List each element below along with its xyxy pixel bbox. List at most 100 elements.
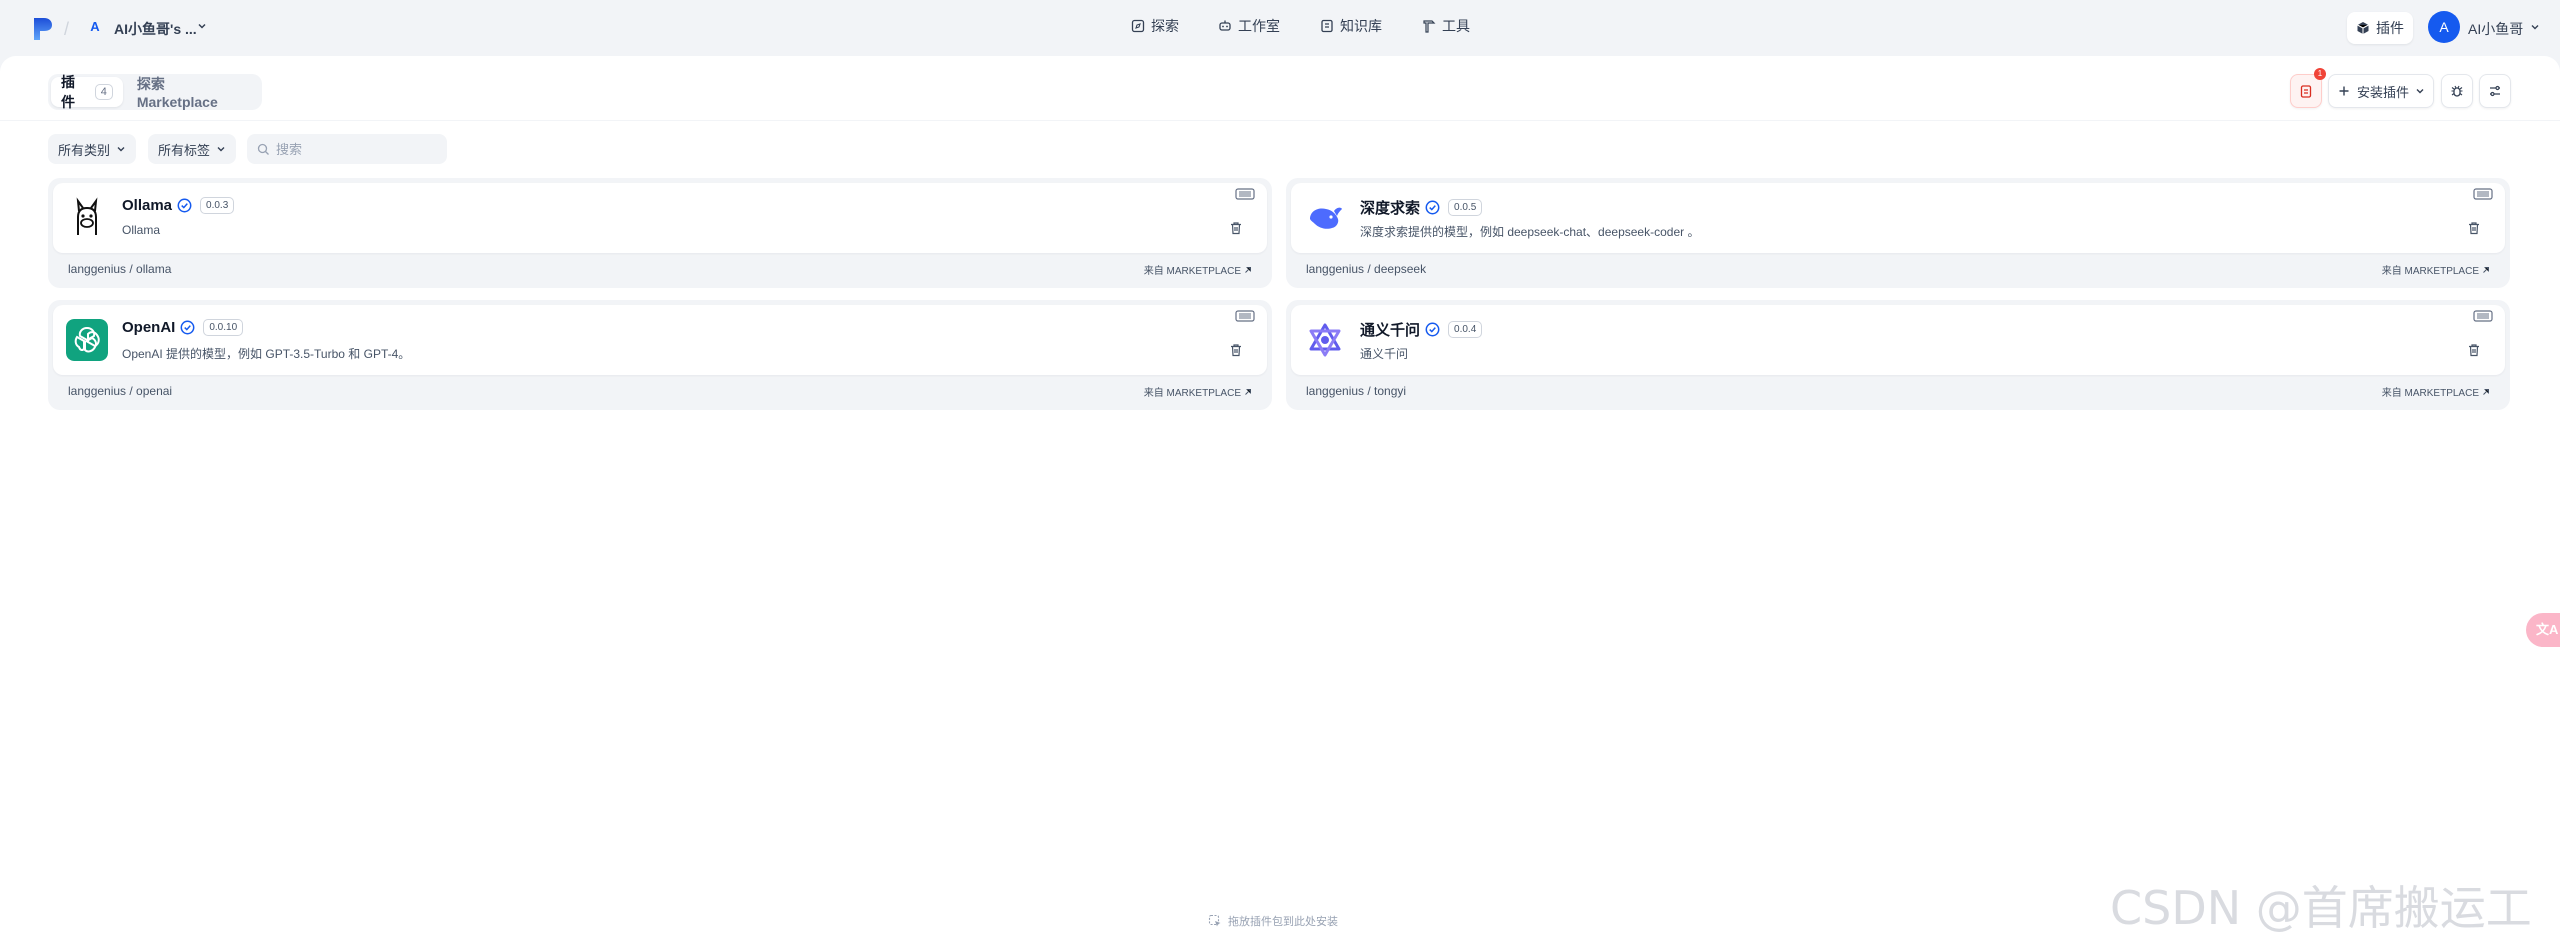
model-type-icon — [2473, 188, 2493, 200]
model-type-icon — [1235, 310, 1255, 322]
plugin-card-openai[interactable]: OpenAI 0.0.10 OpenAI 提供的模型，例如 GPT-3.5-Tu… — [48, 300, 1272, 410]
tongyi-logo-icon — [1304, 319, 1346, 361]
book-icon — [1321, 19, 1333, 33]
search-box[interactable] — [247, 134, 447, 164]
model-type-icon — [2473, 310, 2493, 322]
drag-drop-icon — [1208, 914, 1221, 927]
tag-filter[interactable]: 所有标签 — [148, 134, 237, 164]
plugin-card-body: 通义千问 0.0.4 通义千问 — [1291, 305, 2505, 375]
plugin-version: 0.0.10 — [203, 319, 244, 336]
robot-icon — [1219, 20, 1231, 31]
trash-icon[interactable] — [1229, 343, 1243, 357]
plugin-name: 通义千问 0.0.4 — [1360, 319, 1483, 340]
plugin-version: 0.0.4 — [1448, 321, 1483, 338]
plugin-card-deepseek[interactable]: 深度求索 0.0.5 深度求索提供的模型，例如 deepseek-chat、de… — [1286, 178, 2510, 288]
sliders-icon — [2490, 85, 2500, 97]
plugin-name-text: OpenAI — [122, 319, 176, 336]
tag-filter-label: 所有标签 — [158, 142, 211, 158]
plugin-count-badge: 4 — [94, 84, 113, 100]
app-logo-icon[interactable] — [34, 18, 52, 40]
nav-tools-label: 工具 — [1442, 18, 1470, 34]
trash-icon[interactable] — [1229, 221, 1243, 235]
plugin-name: Ollama 0.0.3 — [122, 197, 235, 214]
debug-install-button[interactable]: 1 — [2290, 68, 2326, 108]
verified-badge-icon — [177, 198, 192, 213]
translate-button[interactable]: 文A — [2526, 613, 2560, 647]
breadcrumb-separator: / — [64, 19, 70, 39]
nav-explore[interactable]: 探索 — [1131, 16, 1179, 36]
arrow-up-right-icon — [2483, 388, 2489, 395]
ollama-llama-icon — [66, 197, 108, 239]
category-filter-label: 所有类别 — [58, 142, 111, 158]
plugin-source-link[interactable]: 来自 MARKETPLACE — [2382, 384, 2490, 399]
plugin-version: 0.0.3 — [200, 197, 235, 214]
plugin-name: 深度求索 0.0.5 — [1360, 197, 1483, 218]
plugin-description: 深度求索提供的模型，例如 deepseek-chat、deepseek-code… — [1360, 225, 1700, 239]
plugin-source-text: 来自 MARKETPLACE — [2381, 388, 2479, 399]
verified-badge-icon — [180, 320, 195, 335]
plugins-button[interactable]: 插件 — [2347, 12, 2413, 44]
nav-tools[interactable]: 工具 — [1422, 16, 1470, 36]
plugin-source-link[interactable]: 来自 MARKETPLACE — [2382, 262, 2490, 277]
category-filter[interactable]: 所有类别 — [48, 134, 137, 164]
plugins-panel: 插件 4 探索 Marketplace 1 安装插件 所有类别 所有标签 搜索 … — [0, 56, 2560, 945]
trash-icon[interactable] — [2467, 343, 2481, 357]
settings-button[interactable] — [2479, 74, 2511, 108]
plugin-source-text: 来自 MARKETPLACE — [1143, 266, 1241, 277]
hammer-icon — [1423, 20, 1436, 33]
install-plugin-label: 安装插件 — [2356, 84, 2409, 100]
arrow-up-right-icon — [1245, 266, 1251, 273]
plugin-source-link[interactable]: 来自 MARKETPLACE — [1144, 262, 1252, 277]
trash-icon[interactable] — [2467, 221, 2481, 235]
plugin-source-link[interactable]: 来自 MARKETPLACE — [1144, 384, 1252, 399]
watermark: CSDN @首席搬运工 — [2110, 881, 2532, 935]
search-icon — [257, 143, 269, 155]
plugin-name-text: Ollama — [122, 197, 173, 214]
drop-hint-text: 拖放插件包到此处安装 — [1228, 916, 1338, 928]
plugin-card-body: 深度求索 0.0.5 深度求索提供的模型，例如 deepseek-chat、de… — [1291, 183, 2505, 253]
plugin-card-tongyi[interactable]: 通义千问 0.0.4 通义千问 langgenius / tongyi 来自 M… — [1286, 300, 2510, 410]
workspace-name[interactable]: AI小鱼哥's ... — [114, 19, 197, 39]
plugin-source-text: 来自 MARKETPLACE — [2381, 266, 2479, 277]
model-type-icon — [1235, 188, 1255, 200]
nav-explore-label: 探索 — [1151, 18, 1179, 34]
bug-icon — [2451, 85, 2463, 97]
tab-plugins[interactable]: 插件 4 — [51, 74, 123, 110]
tab-marketplace-label: 探索 Marketplace — [136, 76, 218, 110]
nav-knowledge-label: 知识库 — [1340, 18, 1382, 34]
plugin-name-text: 深度求索 — [1360, 200, 1421, 217]
deepseek-whale-icon — [1304, 197, 1346, 239]
tab-plugins-label: 插件 — [61, 74, 75, 110]
user-name[interactable]: AI小鱼哥 — [2468, 19, 2523, 39]
tab-marketplace[interactable]: 探索 Marketplace — [127, 76, 259, 110]
plugin-description: OpenAI 提供的模型，例如 GPT-3.5-Turbo 和 GPT-4。 — [122, 347, 411, 361]
plugins-button-label: 插件 — [2376, 20, 2404, 36]
notification-badge: 1 — [2314, 68, 2326, 80]
verified-badge-icon — [1425, 322, 1440, 337]
plugin-description: 通义千问 — [1360, 347, 1409, 361]
top-navigation: / A AI小鱼哥's ... 探索 工作室 知识库 工具 插件 A AI小鱼哥 — [0, 0, 2560, 56]
cube-icon — [2357, 22, 2369, 34]
chevron-down-icon[interactable] — [2530, 22, 2540, 32]
nav-studio[interactable]: 工作室 — [1218, 16, 1280, 36]
compass-icon — [1131, 19, 1145, 33]
plugin-name-text: 通义千问 — [1360, 322, 1421, 339]
plugin-tabs: 插件 4 探索 Marketplace — [48, 74, 262, 110]
plugin-card-ollama[interactable]: Ollama 0.0.3 Ollama langgenius / ollama … — [48, 178, 1272, 288]
openai-logo-icon — [66, 319, 108, 361]
debug-button[interactable] — [2441, 74, 2473, 108]
search-input[interactable] — [276, 141, 436, 157]
chevron-down-icon[interactable] — [196, 20, 208, 32]
install-plugin-button[interactable]: 安装插件 — [2328, 74, 2434, 108]
verified-badge-icon — [1425, 200, 1440, 215]
plugin-repo: langgenius / openai — [68, 384, 173, 398]
plugin-description: Ollama — [122, 223, 161, 237]
workspace-avatar[interactable]: A — [88, 19, 102, 35]
chevron-down-icon — [2416, 89, 2424, 94]
nav-studio-label: 工作室 — [1238, 18, 1280, 34]
user-avatar[interactable]: A — [2428, 11, 2460, 43]
chevron-down-icon — [117, 147, 125, 152]
plugin-repo: langgenius / ollama — [68, 262, 172, 276]
arrow-up-right-icon — [2483, 266, 2489, 273]
nav-knowledge[interactable]: 知识库 — [1320, 16, 1382, 36]
